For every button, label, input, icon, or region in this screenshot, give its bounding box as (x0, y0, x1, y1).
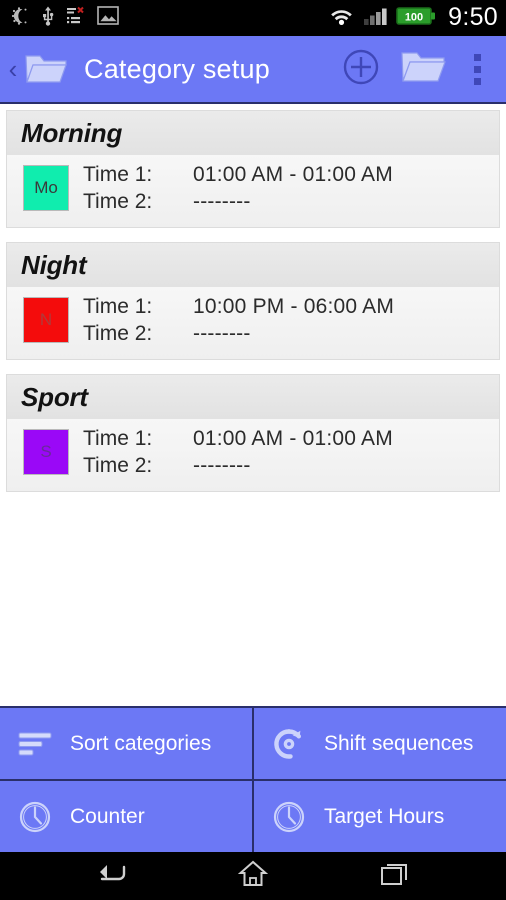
action-bar-buttons (330, 35, 500, 103)
recent-apps-icon (380, 861, 410, 892)
category-times: Time 1: 01:00 AM - 01:00 AM Time 2: ----… (83, 163, 485, 217)
clock-icon (268, 800, 310, 834)
wifi-icon (329, 6, 354, 31)
time1-label: Time 1: (83, 163, 153, 186)
time2-label: Time 2: (83, 190, 153, 213)
category-card-header: Sport (7, 375, 499, 419)
category-card-header: Morning (7, 111, 499, 155)
counter-label: Counter (70, 804, 145, 828)
time1-label: Time 1: (83, 295, 153, 318)
add-category-button[interactable] (330, 35, 392, 103)
shift-sequences-label: Shift sequences (324, 731, 474, 755)
sort-lines-icon (14, 729, 56, 759)
target-hours-button[interactable]: Target Hours (254, 781, 506, 852)
time-row-2: Time 2: -------- (83, 190, 485, 217)
status-bar-clock: 9:50 (448, 2, 498, 31)
folder-icon (400, 48, 446, 91)
time-row-1: Time 1: 01:00 AM - 01:00 AM (83, 163, 485, 190)
category-color-swatch[interactable]: S (23, 429, 69, 475)
overflow-menu-button[interactable] (454, 35, 500, 103)
page-title: Category setup (84, 53, 270, 84)
time-row-2: Time 2: -------- (83, 454, 485, 481)
category-title: Night (21, 250, 87, 280)
category-times: Time 1: 10:00 PM - 06:00 AM Time 2: ----… (83, 295, 485, 349)
time1-value: 01:00 AM - 01:00 AM (193, 163, 393, 186)
status-bar: 100 9:50 (0, 0, 506, 36)
time2-value: -------- (193, 322, 251, 345)
category-title: Sport (21, 382, 88, 412)
clock-icon (14, 800, 56, 834)
category-card-body: Mo Time 1: 01:00 AM - 01:00 AM Time 2: -… (7, 155, 499, 227)
app-root: 100 9:50 ‹ Category setup Morning Mo Tim… (0, 0, 506, 900)
action-bar: ‹ Category setup (0, 36, 506, 104)
time2-value: -------- (193, 190, 251, 213)
battery-level-text: 100 (405, 11, 423, 23)
category-color-swatch[interactable]: N (23, 297, 69, 343)
time2-value: -------- (193, 454, 251, 477)
battery-icon: 100 (396, 5, 436, 32)
category-list: Morning Mo Time 1: 01:00 AM - 01:00 AM T… (0, 104, 506, 706)
category-card-body: S Time 1: 01:00 AM - 01:00 AM Time 2: --… (7, 419, 499, 491)
category-card[interactable]: Morning Mo Time 1: 01:00 AM - 01:00 AM T… (6, 110, 500, 228)
list-error-icon (66, 6, 86, 31)
cellular-signal-icon (363, 6, 387, 31)
plus-circle-icon (341, 47, 381, 92)
shift-sequences-button[interactable]: Shift sequences (254, 708, 506, 779)
time-row-2: Time 2: -------- (83, 322, 485, 349)
usb-icon (41, 5, 55, 32)
nav-back-button[interactable] (81, 852, 141, 900)
time2-label: Time 2: (83, 454, 153, 477)
status-bar-notification-icons (10, 5, 119, 32)
time2-label: Time 2: (83, 322, 153, 345)
rotate-circle-icon (268, 727, 310, 761)
category-title: Morning (21, 118, 123, 148)
category-card-header: Night (7, 243, 499, 287)
category-card[interactable]: Sport S Time 1: 01:00 AM - 01:00 AM Time… (6, 374, 500, 492)
open-folder-button[interactable] (392, 35, 454, 103)
time-row-1: Time 1: 01:00 AM - 01:00 AM (83, 427, 485, 454)
back-arrow-icon (94, 861, 128, 892)
sort-categories-label: Sort categories (70, 731, 212, 755)
back-chevron-icon[interactable]: ‹ (4, 36, 22, 102)
nav-home-button[interactable] (223, 852, 283, 900)
night-mode-icon (10, 6, 30, 31)
home-icon (237, 860, 269, 893)
overflow-dots-icon (473, 53, 481, 85)
time1-value: 01:00 AM - 01:00 AM (193, 427, 393, 450)
app-home-folder-icon[interactable] (22, 51, 74, 87)
time1-value: 10:00 PM - 06:00 AM (193, 295, 395, 318)
counter-button[interactable]: Counter (0, 781, 252, 852)
photo-icon (97, 6, 119, 30)
category-times: Time 1: 01:00 AM - 01:00 AM Time 2: ----… (83, 427, 485, 481)
time1-label: Time 1: (83, 427, 153, 450)
category-card-body: N Time 1: 10:00 PM - 06:00 AM Time 2: --… (7, 287, 499, 359)
sort-categories-button[interactable]: Sort categories (0, 708, 252, 779)
category-color-swatch[interactable]: Mo (23, 165, 69, 211)
category-card[interactable]: Night N Time 1: 10:00 PM - 06:00 AM Time… (6, 242, 500, 360)
android-navigation-bar (0, 852, 506, 900)
status-bar-system-icons: 100 9:50 (329, 2, 498, 32)
target-hours-label: Target Hours (324, 804, 445, 828)
bottom-action-grid: Sort categories Shift sequences Counter … (0, 706, 506, 852)
nav-recents-button[interactable] (365, 852, 425, 900)
time-row-1: Time 1: 10:00 PM - 06:00 AM (83, 295, 485, 322)
